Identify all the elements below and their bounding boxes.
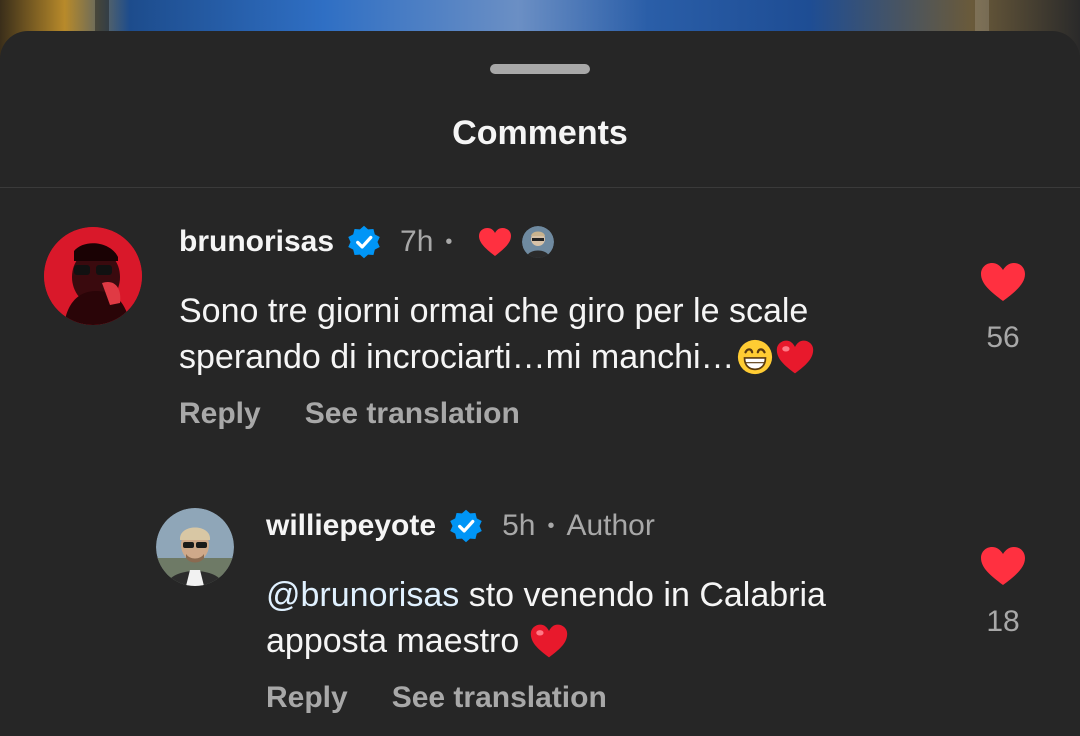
comment-actions: Reply See translation (179, 397, 520, 431)
see-translation-button[interactable]: See translation (305, 397, 520, 431)
see-translation-button[interactable]: See translation (392, 681, 607, 715)
sheet-title: Comments (452, 114, 628, 152)
avatar-brunorisas[interactable] (44, 227, 142, 325)
separator-dot: • (445, 230, 453, 253)
drag-handle[interactable] (490, 64, 590, 74)
comment-text: Sono tre giorni ormai che giro per le sc… (179, 288, 939, 380)
comment-username[interactable]: brunorisas (179, 225, 334, 259)
red-heart-emoji (530, 624, 567, 658)
avatar-williepeyote[interactable] (156, 508, 234, 586)
reply-time: 5h (502, 509, 536, 542)
author-liked-heart-icon (479, 228, 512, 256)
verified-badge-icon (450, 509, 482, 543)
grin-emoji (737, 339, 772, 375)
reply-button[interactable]: Reply (266, 681, 348, 715)
reply-text: @brunorisas sto venendo in Calabria appo… (266, 576, 826, 660)
author-mini-avatar (522, 226, 555, 258)
reply-username[interactable]: williepeyote (266, 509, 436, 543)
like-control: 56 (973, 262, 1033, 355)
like-control: 18 (973, 546, 1033, 639)
reply-meta: williepeyote 5h • Author (266, 506, 655, 546)
comment-time: 7h (400, 225, 434, 258)
author-label: Author (566, 509, 655, 542)
red-heart-emoji (776, 340, 813, 374)
reply-button[interactable]: Reply (179, 397, 261, 431)
mention-link[interactable]: @brunorisas (266, 576, 459, 614)
separator-dot: • (547, 514, 555, 537)
header-divider (0, 187, 1080, 188)
heart-icon[interactable] (980, 546, 1026, 586)
like-count: 56 (986, 321, 1020, 354)
verified-badge-icon (348, 225, 380, 259)
heart-icon[interactable] (980, 262, 1026, 302)
reply-actions: Reply See translation (266, 681, 607, 715)
comment-meta: brunorisas 7h • (179, 222, 555, 262)
like-count: 18 (986, 605, 1020, 638)
